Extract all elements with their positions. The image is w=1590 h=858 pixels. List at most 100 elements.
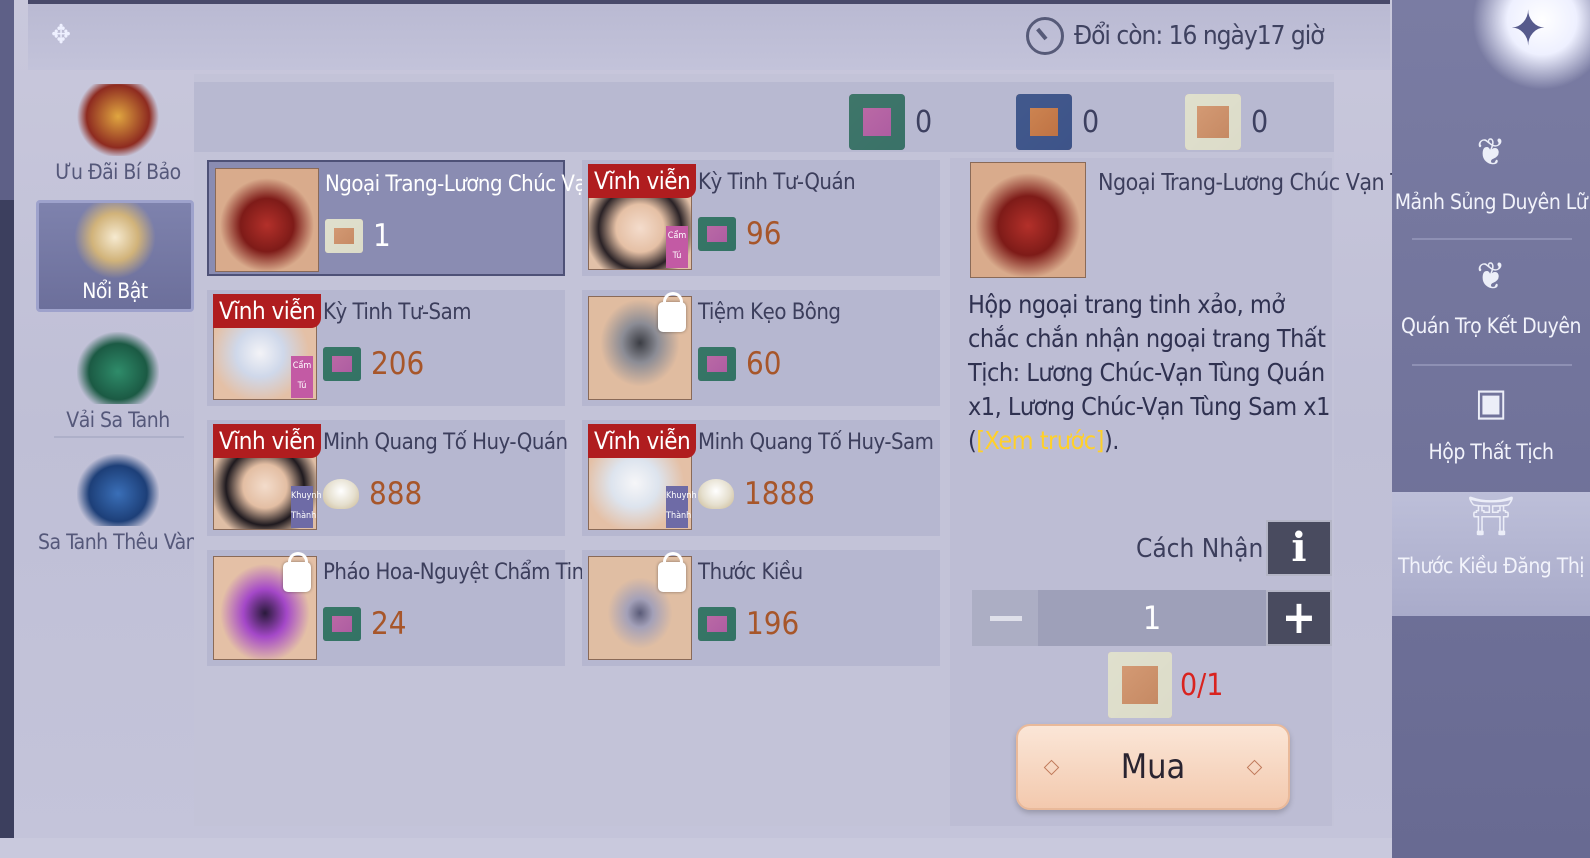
category-label: Vải Sa Tanh <box>66 408 170 432</box>
tab-label: Quán Trọ Kết Duyên <box>1401 314 1581 338</box>
permanent-badge: Vĩnh viễn <box>213 294 322 328</box>
shop-item[interactable]: Vĩnh viễn Cẩm Tú Kỳ Tinh Tư-Quán 96 <box>582 160 940 276</box>
detail-description: Hộp ngoại trang tinh xảo, mở chắc chắn n… <box>968 290 1330 455</box>
diamond-ornament-icon <box>1043 759 1060 776</box>
exchange-timer: Đổi còn: 16 ngày17 giờ <box>1026 14 1325 58</box>
gold-embroidered-satin-icon <box>1016 94 1072 150</box>
item-price: 96 <box>698 216 781 252</box>
item-price: 24 <box>323 606 406 642</box>
currency-green-satin: 0 <box>849 94 932 150</box>
tab-spirit-fragments[interactable]: ❦ Mảnh Sủng Duyên Lữ <box>1392 128 1590 252</box>
rarity-tag: Khuynh Thành <box>291 486 322 528</box>
green-satin-icon <box>698 217 736 251</box>
header-top-line <box>28 0 1390 4</box>
currency-gold-satin: 0 <box>1016 94 1099 150</box>
lock-icon <box>283 552 311 592</box>
gold-embroidered-satin-icon <box>77 454 159 526</box>
diamond-ornament-icon <box>1246 759 1263 776</box>
silver-ingot-icon <box>323 479 359 509</box>
tab-divider <box>1412 364 1572 366</box>
diamond-ornament-icon: ✦ <box>1510 1 1547 57</box>
shop-item[interactable]: Pháo Hoa-Nguyệt Chẩm Tinh Hà 24 <box>207 550 628 666</box>
gift-box-icon: ▣ <box>1474 380 1508 424</box>
how-to-obtain-label: Cách Nhận <box>1136 534 1264 564</box>
info-button[interactable]: i <box>1266 520 1332 576</box>
item-price: 196 <box>698 606 799 642</box>
outfit-icon <box>1185 94 1241 150</box>
tab-label: Mảnh Sủng Duyên Lữ <box>1394 190 1588 214</box>
item-name: Kỳ Tinh Tư-Sam <box>323 300 472 325</box>
category-satin[interactable]: Vải Sa Tanh <box>38 332 198 432</box>
shop-main-panel: 0 0 0 Ngoại Trang-Lương Chúc Vạn Tùng 1 … <box>194 74 1438 826</box>
shop-item[interactable]: Tiệm Kẹo Bông 60 <box>582 290 940 406</box>
decrease-button[interactable] <box>972 590 1038 646</box>
tab-label: Hộp Thất Tịch <box>1428 440 1554 464</box>
green-satin-icon <box>323 607 361 641</box>
clock-icon <box>1026 17 1064 55</box>
scroll-icon <box>74 203 156 279</box>
permanent-badge: Vĩnh viễn <box>588 424 697 458</box>
red-gift-box-icon <box>970 162 1086 278</box>
tab-magpie-bridge[interactable]: ⛩ Thước Kiều Đăng Thị <box>1392 492 1590 616</box>
left-edge-strip <box>0 0 14 200</box>
item-name: Minh Quang Tố Huy-Quán <box>323 430 568 455</box>
bottom-strip <box>0 838 1392 858</box>
bird-icon: ❦ <box>1476 254 1506 298</box>
shop-item[interactable]: Vĩnh viễn Khuynh Thành Minh Quang Tố Huy… <box>207 420 568 536</box>
green-satin-icon <box>77 332 159 404</box>
green-satin-icon <box>698 607 736 641</box>
item-price: 1 <box>325 218 391 254</box>
item-price: 206 <box>323 346 424 382</box>
item-price: 1888 <box>698 476 815 512</box>
preview-link[interactable]: [Xem trước] <box>976 426 1104 455</box>
category-gold-satin[interactable]: Sa Tanh Thêu Vàng <box>38 454 209 554</box>
category-sidebar: Ưu Đãi Bí Bảo Nổi Bật Vải Sa Tanh Sa Tan… <box>28 70 209 850</box>
rarity-tag: Cẩm Tú <box>291 356 313 398</box>
event-tabs-panel: ❦ Mảnh Sủng Duyên Lữ ❦ Quán Trọ Kết Duyê… <box>1392 0 1590 858</box>
outfit-icon <box>325 219 363 253</box>
permanent-badge: Vĩnh viễn <box>588 164 697 198</box>
tab-divider <box>1412 238 1572 240</box>
lock-icon <box>658 552 686 592</box>
item-name: Thước Kiều <box>698 560 803 585</box>
tab-inn[interactable]: ❦ Quán Trọ Kết Duyên <box>1392 252 1590 376</box>
increase-button[interactable]: + <box>1266 590 1332 646</box>
silver-ingot-icon <box>698 479 734 509</box>
item-price: 60 <box>698 346 781 382</box>
outfit-icon <box>1108 652 1172 718</box>
item-name: Minh Quang Tố Huy-Sam <box>698 430 934 455</box>
timer-text: Đổi còn: 16 ngày17 giờ <box>1074 21 1325 51</box>
quantity-value[interactable]: 1 <box>1038 590 1266 646</box>
left-edge-strip-lower <box>0 200 14 858</box>
category-featured[interactable]: Nổi Bật <box>36 200 194 312</box>
category-label: Ưu Đãi Bí Bảo <box>55 160 181 184</box>
item-name: Kỳ Tinh Tư-Quán <box>698 170 856 195</box>
shop-item[interactable]: Ngoại Trang-Lương Chúc Vạn Tùng 1 <box>207 160 649 276</box>
bird-icon: ❦ <box>1476 130 1506 174</box>
diamond-ornament-icon: ✥ <box>51 20 71 50</box>
permanent-badge: Vĩnh viễn <box>213 424 322 458</box>
shop-item[interactable]: Vĩnh viễn Khuynh Thành Minh Quang Tố Huy… <box>582 420 940 536</box>
buy-button[interactable]: Mua <box>1016 724 1290 810</box>
shop-item[interactable]: Vĩnh viễn Cẩm Tú Kỳ Tinh Tư-Sam 206 <box>207 290 565 406</box>
gate-icon: ⛩ <box>1466 494 1516 538</box>
rarity-tag: Cẩm Tú <box>666 226 688 268</box>
shop-screen: ✥ Đổi còn: 16 ngày17 giờ Ưu Đãi Bí Bảo N… <box>0 0 1590 858</box>
category-label: Nổi Bật <box>82 279 148 303</box>
green-satin-icon <box>323 347 361 381</box>
lock-icon <box>658 292 686 332</box>
category-treasure-offers[interactable]: Ưu Đãi Bí Bảo <box>38 84 198 184</box>
detail-title: Ngoại Trang-Lương Chúc Vạn Tùng <box>1098 170 1438 196</box>
green-satin-icon <box>698 347 736 381</box>
item-name: Tiệm Kẹo Bông <box>698 300 841 325</box>
item-detail-panel: Ngoại Trang-Lương Chúc Vạn Tùng Hộp ngoạ… <box>950 158 1438 826</box>
category-label: Sa Tanh Thêu Vàng <box>38 530 209 554</box>
treasure-chest-icon <box>77 84 159 156</box>
shop-item[interactable]: Thước Kiều 196 <box>582 550 940 666</box>
tab-qixi-box[interactable]: ▣ Hộp Thất Tịch <box>1392 378 1590 502</box>
item-price: 888 <box>323 476 422 512</box>
currency-outfit: 0 <box>1185 94 1268 150</box>
tab-label: Thước Kiều Đăng Thị <box>1397 554 1585 578</box>
rarity-tag: Khuynh Thành <box>666 486 697 528</box>
quantity-stepper: 1 + <box>972 590 1332 646</box>
